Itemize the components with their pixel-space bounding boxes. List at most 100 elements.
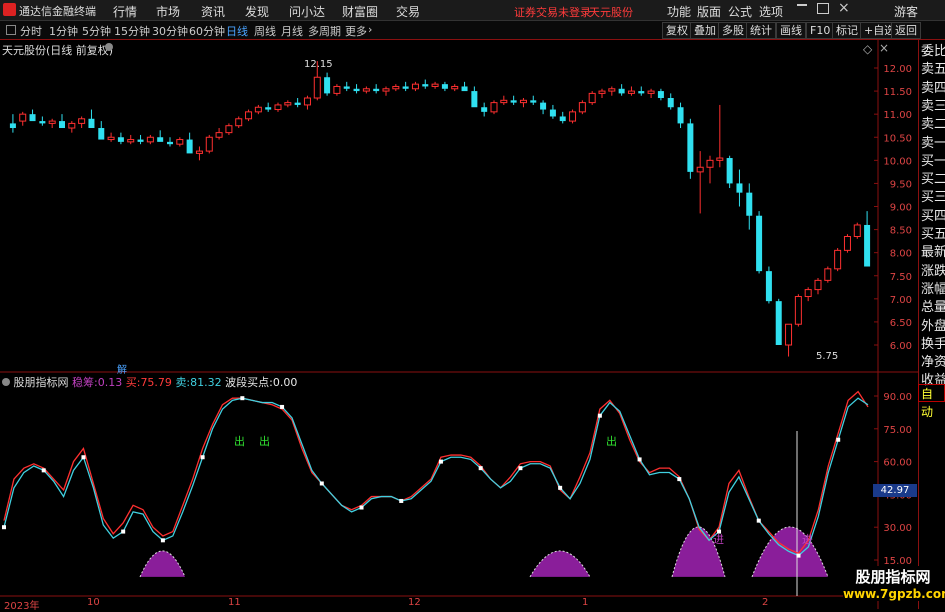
period-15min[interactable]: 15分钟 xyxy=(114,23,150,39)
candle-body-up xyxy=(804,289,812,298)
period-timeshare[interactable]: 分时 xyxy=(20,23,42,39)
candle-body-up xyxy=(235,118,243,127)
candle-body-down xyxy=(746,192,753,216)
candle-body-up xyxy=(68,122,76,129)
candle-body-up xyxy=(392,85,400,90)
panel-item-14[interactable]: 总量 xyxy=(921,299,945,317)
candle-body-up xyxy=(284,102,292,106)
price-tick-label: 11.00 xyxy=(883,110,912,121)
candle-body-up xyxy=(225,125,233,134)
menu-item-ask[interactable]: 问小达 xyxy=(289,3,325,20)
price-tick-label: 10.50 xyxy=(883,133,912,144)
sell-marker xyxy=(399,498,404,503)
panel-item-11[interactable]: 最新 xyxy=(921,244,945,262)
menu-item-quotes[interactable]: 行情 xyxy=(113,3,137,20)
candle-body-up xyxy=(48,120,56,124)
panel-item-6[interactable]: 买一 xyxy=(921,153,945,171)
indicator-value-stable: 0.13 xyxy=(97,376,123,389)
panel-item-5[interactable]: 卖一 xyxy=(921,135,945,153)
menu-item-news[interactable]: 资讯 xyxy=(201,3,225,20)
tool-mark[interactable]: 标记 xyxy=(832,22,862,39)
price-tick-label: 9.50 xyxy=(890,179,912,190)
panel-item-2[interactable]: 卖四 xyxy=(921,80,945,98)
period-5min[interactable]: 5分钟 xyxy=(82,23,111,39)
sell-marker xyxy=(756,518,761,523)
candle-body-up xyxy=(146,136,154,143)
period-multi[interactable]: 多周期 xyxy=(308,23,341,39)
sell-marker xyxy=(637,457,642,462)
quote-side-panel: 委比 卖五 卖四 卖三 卖二 卖一 买一 买二 买三 买四 买五 最新 涨跌 涨幅 总量 外盘 换手 净资 收益 xyxy=(918,40,945,609)
candle-body-up xyxy=(274,104,282,111)
chart-canvas[interactable]: 12.0011.5011.0010.5010.009.509.008.508.0… xyxy=(0,40,918,609)
buy-signal-1: 进 xyxy=(713,533,724,546)
menu-item-options[interactable]: 选项 xyxy=(759,3,783,20)
price-tick-label: 6.50 xyxy=(890,318,912,329)
panel-item-1[interactable]: 卖五 xyxy=(921,61,945,79)
tool-f10[interactable]: F10 xyxy=(806,22,835,39)
candle-body-down xyxy=(441,84,448,89)
candle-body-up xyxy=(843,236,851,251)
tool-draw[interactable]: 画线 xyxy=(776,22,806,39)
price-tick-label: 9.00 xyxy=(890,203,912,214)
period-60min[interactable]: 60分钟 xyxy=(189,23,225,39)
menu-item-formula[interactable]: 公式 xyxy=(728,3,752,20)
candle-body-up xyxy=(853,224,861,238)
sell-marker xyxy=(597,413,602,418)
indicator-layer xyxy=(2,390,869,596)
panel-item-3[interactable]: 卖三 xyxy=(921,98,945,116)
candle-body-down xyxy=(510,100,517,103)
candle-body-up xyxy=(127,139,135,143)
candle-body-up xyxy=(696,166,704,173)
close-icon[interactable]: × xyxy=(838,0,850,16)
candles-layer xyxy=(9,61,871,357)
candle-body-down xyxy=(117,137,124,142)
panel-item-17[interactable]: 净资 xyxy=(921,354,945,372)
panel-item-8[interactable]: 买三 xyxy=(921,189,945,207)
tool-multistock[interactable]: 多股 xyxy=(718,22,748,39)
login-warning[interactable]: 证券交易未登录 xyxy=(514,4,591,20)
period-monthly[interactable]: 月线 xyxy=(281,23,303,39)
menu-item-layout[interactable]: 版面 xyxy=(697,3,721,20)
candle-body-down xyxy=(98,128,105,140)
sell-marker xyxy=(478,466,483,471)
price-tick-label: 10.00 xyxy=(883,156,912,167)
menu-item-market[interactable]: 市场 xyxy=(156,3,180,20)
maximize-icon[interactable] xyxy=(817,3,829,14)
panel-item-15[interactable]: 外盘 xyxy=(921,318,945,336)
panel-item-4[interactable]: 卖二 xyxy=(921,116,945,134)
toggle-icon[interactable] xyxy=(6,25,16,35)
panel-item-9[interactable]: 买四 xyxy=(921,208,945,226)
candle-body-down xyxy=(736,183,743,193)
guest-user[interactable]: 游客 xyxy=(894,3,918,20)
candle-body-up xyxy=(382,88,390,92)
sell-line xyxy=(3,397,869,557)
panel-item-16[interactable]: 换手 xyxy=(921,336,945,354)
indicator-settings-icon[interactable] xyxy=(2,378,10,386)
candle-body-down xyxy=(775,301,782,345)
candle-body-up xyxy=(785,323,793,346)
period-daily[interactable]: 日线 xyxy=(226,23,248,39)
panel-item-12[interactable]: 涨跌 xyxy=(921,263,945,281)
panel-item-7[interactable]: 买二 xyxy=(921,171,945,189)
panel-item-10[interactable]: 买五 xyxy=(921,226,945,244)
tool-adjust[interactable]: 复权 xyxy=(662,22,692,39)
period-weekly[interactable]: 周线 xyxy=(254,23,276,39)
tool-stats[interactable]: 统计 xyxy=(746,22,776,39)
watermark-title: 股朋指标网 xyxy=(855,568,931,586)
minimize-icon[interactable] xyxy=(797,4,807,6)
tool-overlay[interactable]: 叠加 xyxy=(690,22,720,39)
period-more[interactable]: 更多 xyxy=(345,23,367,39)
menu-item-discover[interactable]: 发现 xyxy=(245,3,269,20)
auto-toggle[interactable]: 自动 xyxy=(918,384,945,419)
chevron-right-icon[interactable]: › xyxy=(368,23,372,36)
tool-back[interactable]: 返回 xyxy=(891,22,921,39)
candle-body-up xyxy=(254,106,262,113)
menu-item-functions[interactable]: 功能 xyxy=(667,3,691,20)
period-1min[interactable]: 1分钟 xyxy=(49,23,78,39)
panel-item-13[interactable]: 涨幅 xyxy=(921,281,945,299)
panel-item-0[interactable]: 委比 xyxy=(921,43,945,61)
menu-item-trade[interactable]: 交易 xyxy=(396,3,420,20)
candle-body-down xyxy=(265,107,272,110)
period-30min[interactable]: 30分钟 xyxy=(152,23,188,39)
menu-item-wealth[interactable]: 财富圈 xyxy=(342,3,378,20)
